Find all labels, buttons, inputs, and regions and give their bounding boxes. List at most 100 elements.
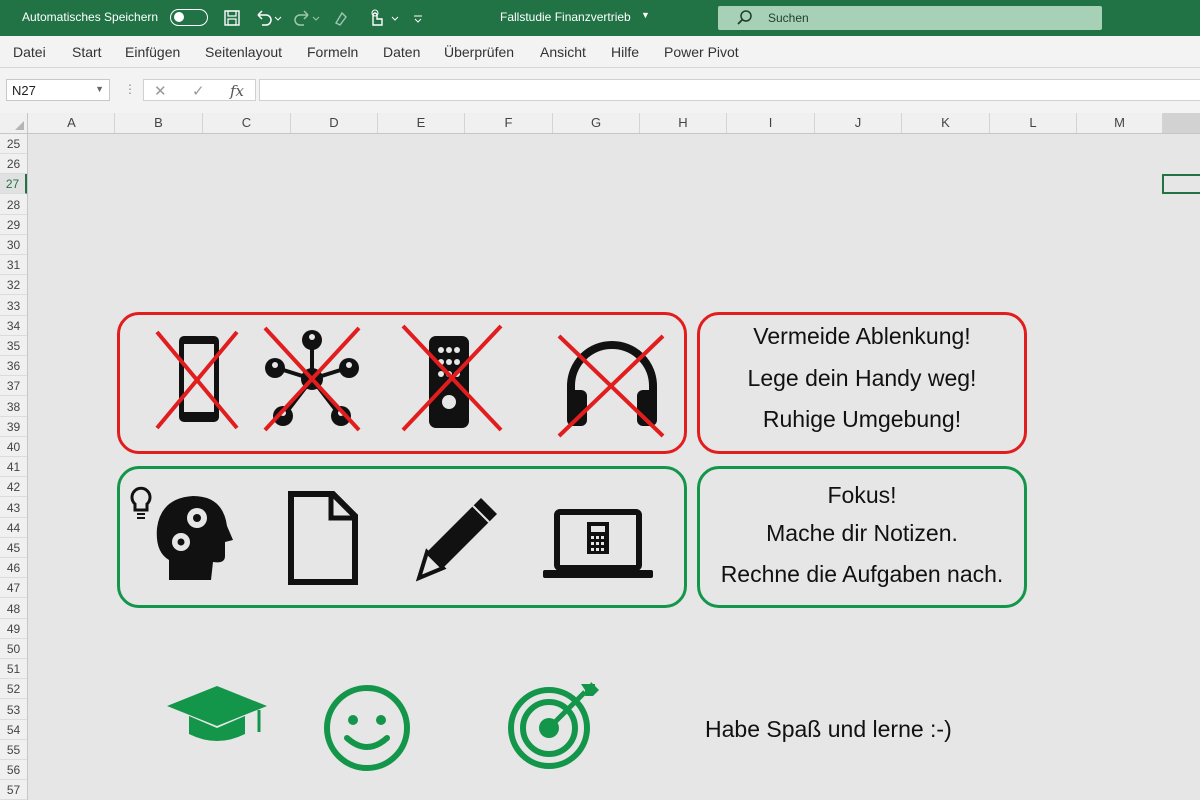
row-header[interactable]: 56 xyxy=(0,760,27,781)
row-header[interactable]: 36 xyxy=(0,356,27,377)
row-header[interactable]: 40 xyxy=(0,437,27,457)
menu-hilfe[interactable]: Hilfe xyxy=(611,44,639,60)
row-header[interactable]: 35 xyxy=(0,336,27,356)
row-header[interactable]: 51 xyxy=(0,659,27,680)
focus-line-1: Fokus! xyxy=(827,482,897,508)
touch-mode-icon[interactable] xyxy=(368,8,402,28)
row-header[interactable]: 49 xyxy=(0,619,27,639)
row-header[interactable]: 33 xyxy=(0,296,27,316)
menu-power-pivot[interactable]: Power Pivot xyxy=(664,44,739,60)
row-header[interactable]: 54 xyxy=(0,720,27,740)
row-header[interactable]: 26 xyxy=(0,154,27,175)
cancel-icon[interactable]: ✕ xyxy=(154,82,167,100)
smiley-icon xyxy=(321,682,413,779)
row-header[interactable]: 25 xyxy=(0,134,27,154)
row-header[interactable]: 45 xyxy=(0,538,27,558)
name-box-value: N27 xyxy=(12,83,36,98)
row-header[interactable]: 37 xyxy=(0,376,27,397)
column-header[interactable]: L xyxy=(990,113,1077,133)
row-header[interactable]: 47 xyxy=(0,578,27,599)
row-header[interactable]: 48 xyxy=(0,599,27,619)
column-header[interactable]: F xyxy=(465,113,553,133)
column-header[interactable]: A xyxy=(29,113,115,133)
row-header[interactable]: 30 xyxy=(0,235,27,255)
title-bar: Automatisches Speichern Fallstudie Finan… xyxy=(0,0,1200,36)
enter-icon[interactable]: ✓ xyxy=(192,82,205,100)
remote-control-icon xyxy=(397,322,507,441)
menu-daten[interactable]: Daten xyxy=(383,44,420,60)
column-header[interactable]: B xyxy=(115,113,203,133)
row-header[interactable]: 39 xyxy=(0,417,27,437)
chevron-down-icon[interactable]: ▼ xyxy=(95,84,104,94)
row-header[interactable]: 43 xyxy=(0,498,27,518)
row-header[interactable]: 53 xyxy=(0,700,27,720)
document-icon xyxy=(285,490,361,591)
row-header[interactable]: 38 xyxy=(0,397,27,417)
row-header[interactable]: 44 xyxy=(0,518,27,538)
menu-start[interactable]: Start xyxy=(72,44,102,60)
document-title[interactable]: Fallstudie Finanzvertrieb xyxy=(500,10,631,24)
menu-ansicht[interactable]: Ansicht xyxy=(540,44,586,60)
focus-line-2: Mache dir Notizen. xyxy=(766,520,958,546)
more-options-icon[interactable]: ⋮ xyxy=(124,82,136,96)
column-header[interactable]: H xyxy=(640,113,727,133)
column-headers: A B C D E F G H I J K L M xyxy=(0,113,1200,134)
search-icon xyxy=(736,9,754,30)
column-header[interactable]: I xyxy=(727,113,815,133)
insert-function-button[interactable]: fx xyxy=(230,82,244,100)
autosave-toggle[interactable] xyxy=(170,9,208,26)
redo-icon[interactable] xyxy=(292,8,320,28)
column-header-active[interactable] xyxy=(1163,113,1200,133)
row-header[interactable]: 27 xyxy=(0,174,27,195)
save-icon[interactable] xyxy=(223,8,241,28)
row-header[interactable]: 28 xyxy=(0,195,27,215)
row-header[interactable]: 31 xyxy=(0,255,27,276)
column-header[interactable]: K xyxy=(902,113,990,133)
row-header[interactable]: 52 xyxy=(0,679,27,700)
focus-line-3: Rechne die Aufgaben nach. xyxy=(720,561,1004,587)
search-placeholder: Suchen xyxy=(768,11,809,25)
column-header[interactable]: M xyxy=(1077,113,1163,133)
column-header[interactable]: D xyxy=(291,113,378,133)
menu-bar: Datei Start Einfügen Seitenlayout Formel… xyxy=(0,36,1200,68)
column-header[interactable]: E xyxy=(378,113,465,133)
row-header[interactable]: 50 xyxy=(0,639,27,659)
column-header[interactable]: J xyxy=(815,113,902,133)
select-all-button[interactable] xyxy=(0,113,28,133)
menu-datei[interactable]: Datei xyxy=(13,44,46,60)
row-header[interactable]: 46 xyxy=(0,558,27,579)
selected-cell[interactable] xyxy=(1162,174,1200,194)
formula-input[interactable] xyxy=(259,79,1200,101)
bottom-message: Habe Spaß und lerne :-) xyxy=(705,716,952,742)
column-header[interactable]: C xyxy=(203,113,291,133)
menu-einfuegen[interactable]: Einfügen xyxy=(125,44,180,60)
row-header[interactable]: 34 xyxy=(0,316,27,336)
headphones-icon xyxy=(557,330,667,445)
row-header[interactable]: 41 xyxy=(0,457,27,478)
row-headers: 25 26 27 28 29 30 31 32 33 34 35 36 37 38 39 40 41 42 43 44… xyxy=(0,134,28,800)
row-header[interactable]: 57 xyxy=(0,780,27,800)
customize-toolbar-icon[interactable] xyxy=(412,8,424,28)
autosave-label: Automatisches Speichern xyxy=(22,10,159,24)
column-header[interactable]: G xyxy=(553,113,640,133)
head-gears-lightbulb-icon xyxy=(127,486,239,591)
undo-icon[interactable] xyxy=(254,8,282,28)
formula-buttons: ✕ ✓ fx xyxy=(143,79,256,101)
worksheet-grid[interactable]: Vermeide Ablenkung! Lege dein Handy weg!… xyxy=(29,134,1200,800)
search-box[interactable]: Suchen xyxy=(718,6,1102,30)
distractions-line-2: Lege dein Handy weg! xyxy=(747,365,977,391)
name-box[interactable]: N27 ▼ xyxy=(6,79,110,101)
chevron-down-icon[interactable]: ▼ xyxy=(641,10,650,20)
row-header[interactable]: 55 xyxy=(0,740,27,760)
format-painter-icon[interactable] xyxy=(332,8,354,28)
menu-seitenlayout[interactable]: Seitenlayout xyxy=(205,44,282,60)
row-header[interactable]: 42 xyxy=(0,477,27,498)
distractions-line-3: Ruhige Umgebung! xyxy=(762,406,962,432)
formula-bar: N27 ▼ ⋮ ✕ ✓ fx xyxy=(0,68,1200,113)
row-header[interactable]: 29 xyxy=(0,215,27,235)
laptop-calculator-icon xyxy=(539,506,657,587)
smartphone-icon xyxy=(147,324,247,441)
menu-ueberpruefen[interactable]: Überprüfen xyxy=(444,44,514,60)
row-header[interactable]: 32 xyxy=(0,275,27,296)
menu-formeln[interactable]: Formeln xyxy=(307,44,358,60)
